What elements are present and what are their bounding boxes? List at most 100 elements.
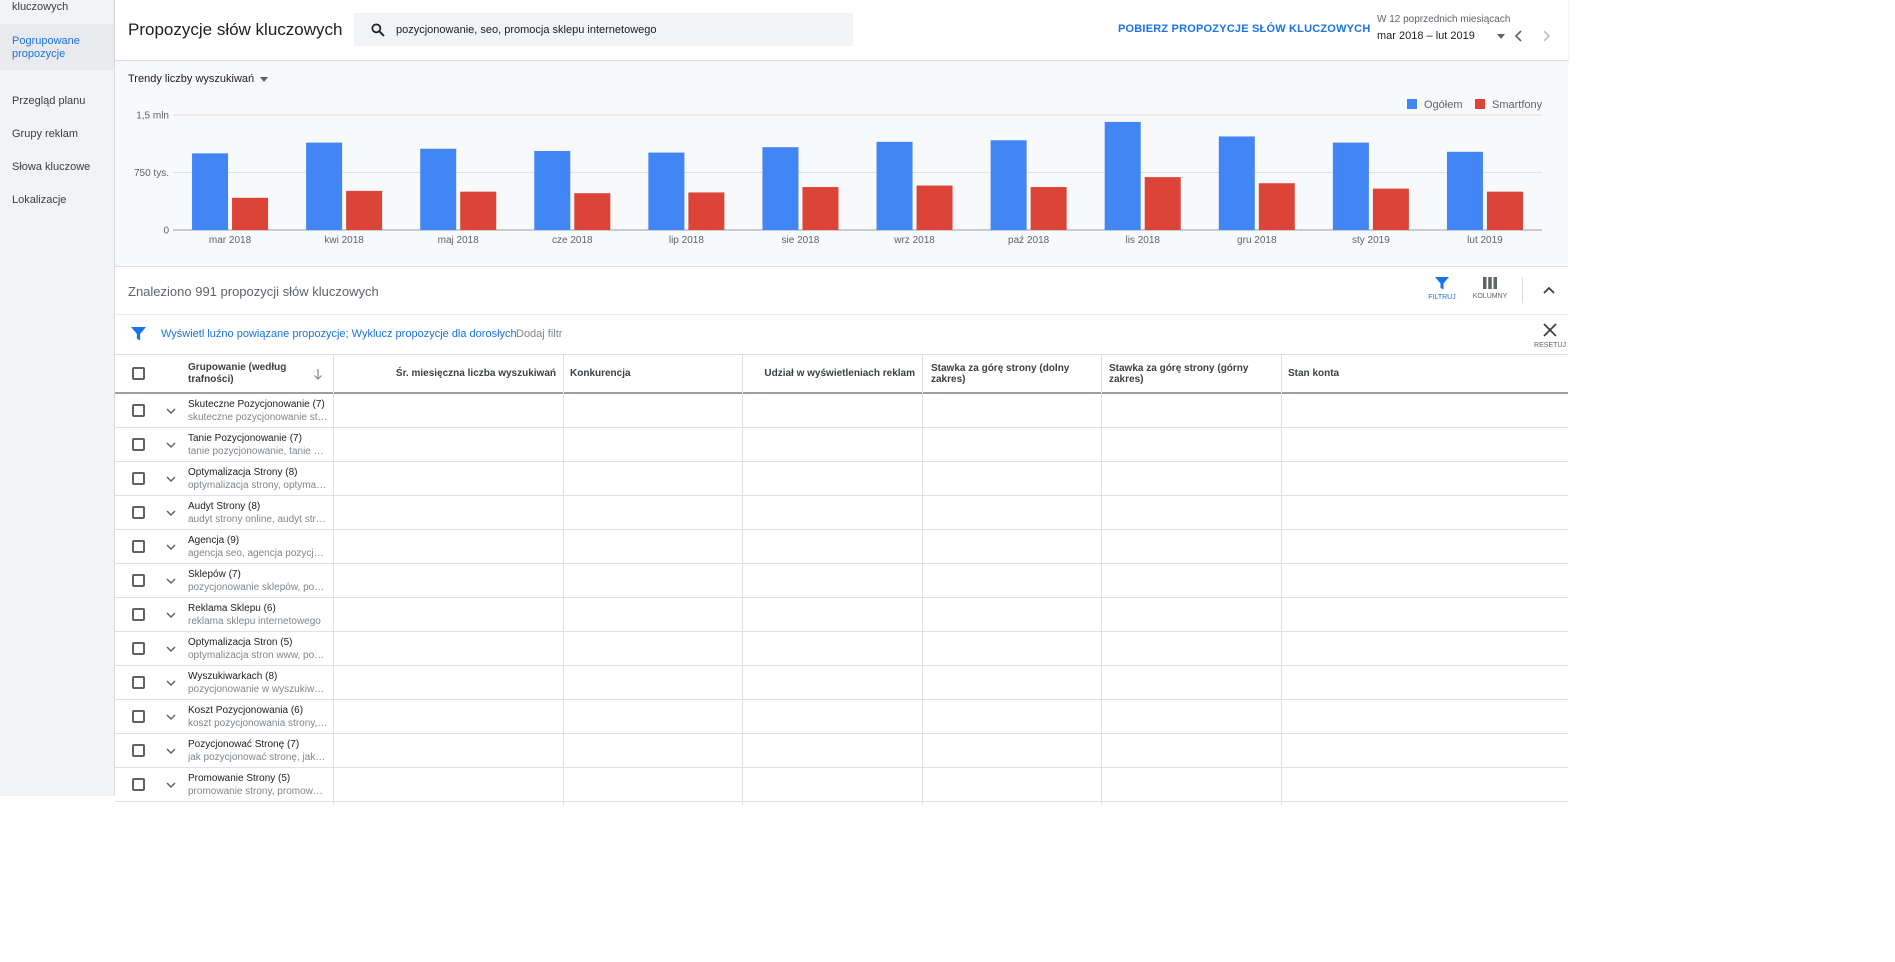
keyword-group-keywords: optymalizacja stron www, pozycjonowanie — [188, 650, 328, 661]
column-header-account-status[interactable]: Stan konta — [1288, 355, 1438, 392]
add-filter-button[interactable]: Dodaj filtr — [516, 328, 562, 340]
results-bar: Znaleziono 991 propozycji słów kluczowyc… — [115, 267, 1568, 315]
x-tick-label: paź 2018 — [1008, 235, 1050, 246]
keyword-planner-app: kluczowych Pogrupowane propozycje Przegl… — [0, 0, 1568, 805]
keyword-group-title[interactable]: Koszt Pozycjonowania (6) — [188, 705, 303, 716]
row-checkbox[interactable] — [132, 540, 145, 553]
chevron-down-icon[interactable] — [166, 578, 176, 585]
filter-button[interactable]: FILTRUJ — [1422, 277, 1462, 301]
dropdown-caret-icon — [1497, 34, 1505, 39]
bar-total — [420, 148, 457, 230]
chevron-left-icon[interactable] — [1512, 28, 1526, 44]
x-tick-label: sty 2019 — [1352, 235, 1390, 246]
search-input[interactable] — [396, 13, 846, 46]
sidebar-item-keyword-ideas[interactable]: kluczowych — [0, 1, 114, 17]
sidebar-item-label: Lokalizacje — [12, 194, 67, 206]
sidebar-item-plan-overview[interactable]: Przegląd planu — [0, 95, 114, 108]
row-checkbox[interactable] — [132, 438, 145, 451]
chevron-down-icon[interactable] — [166, 544, 176, 551]
collapse-chevron-icon[interactable] — [1542, 284, 1556, 296]
sidebar-item-ad-groups[interactable]: Grupy reklam — [0, 128, 114, 141]
chevron-down-icon[interactable] — [166, 476, 176, 483]
date-range-value: mar 2018 – lut 2019 — [1377, 30, 1475, 42]
bar-smartphones — [802, 187, 839, 230]
keyword-group-title[interactable]: Reklama Sklepu (6) — [188, 603, 276, 614]
toolbar-divider — [1522, 277, 1523, 303]
row-checkbox[interactable] — [132, 574, 145, 587]
close-icon — [1543, 323, 1557, 337]
column-separator — [333, 355, 334, 805]
active-filters-link[interactable]: Wyświetl luźno powiązane propozycje; Wyk… — [161, 328, 517, 340]
column-separator — [742, 355, 743, 805]
x-tick-label: wrz 2018 — [893, 235, 935, 246]
filter-icon — [1435, 277, 1449, 290]
row-checkbox[interactable] — [132, 710, 145, 723]
column-header-label: Udział w wyświetleniach reklam — [764, 368, 915, 379]
keyword-group-title[interactable]: Optymalizacja Stron (5) — [188, 637, 292, 648]
bar-total — [1446, 151, 1483, 230]
row-checkbox[interactable] — [132, 744, 145, 757]
row-checkbox[interactable] — [132, 676, 145, 689]
download-keyword-ideas-button[interactable]: POBIERZ PROPOZYCJE SŁÓW KLUCZOWYCH — [1118, 23, 1370, 35]
chevron-down-icon[interactable] — [166, 442, 176, 449]
sidebar-item-keywords[interactable]: Słowa kluczowe — [0, 161, 114, 174]
keyword-group-title[interactable]: Wyszukiwarkach (8) — [188, 671, 277, 682]
bar-total — [762, 147, 799, 230]
sidebar-item-grouped-ideas[interactable]: Pogrupowane propozycje — [0, 24, 114, 70]
row-checkbox[interactable] — [132, 404, 145, 417]
column-header-grouping[interactable]: Grupowanie (według trafności) — [188, 355, 323, 392]
columns-button[interactable]: KOLUMNY — [1470, 277, 1510, 300]
bar-total — [1104, 121, 1141, 230]
column-header-bid-low[interactable]: Stawka za górę strony (dolny zakres) — [931, 355, 1103, 392]
column-header-bid-high[interactable]: Stawka za górę strony (górny zakres) — [1109, 355, 1281, 392]
chevron-down-icon[interactable] — [166, 510, 176, 517]
keyword-group-title[interactable]: Audyt Strony (8) — [188, 501, 260, 512]
chevron-down-icon[interactable] — [166, 646, 176, 653]
select-all-checkbox[interactable] — [132, 367, 145, 380]
chevron-down-icon[interactable] — [166, 408, 176, 415]
bar-total — [876, 141, 913, 230]
sort-arrow-down-icon[interactable] — [313, 368, 323, 380]
chevron-down-icon[interactable] — [166, 748, 176, 755]
column-header-label: Śr. miesięczna liczba wyszukiwań — [395, 368, 556, 379]
chevron-right-icon[interactable] — [1539, 28, 1553, 44]
chevron-down-icon[interactable] — [166, 782, 176, 789]
row-checkbox[interactable] — [132, 778, 145, 791]
search-box[interactable] — [354, 13, 853, 46]
sidebar-item-label: Grupy reklam — [12, 128, 79, 140]
row-checkbox[interactable] — [132, 472, 145, 485]
bar-total — [990, 140, 1027, 230]
y-tick-label: 1,5 mln — [136, 111, 169, 122]
keyword-group-title[interactable]: Optymalizacja Strony (8) — [188, 467, 297, 478]
reset-filters-button[interactable]: RESETUJ — [1532, 323, 1568, 349]
keyword-group-keywords: reklama sklepu internetowego — [188, 616, 321, 627]
bar-smartphones — [460, 191, 497, 230]
bar-smartphones — [1030, 187, 1067, 230]
chevron-down-icon[interactable] — [166, 612, 176, 619]
keyword-group-keywords: skuteczne pozycjonowanie stron — [188, 412, 328, 423]
column-header-competition[interactable]: Konkurencja — [570, 355, 740, 392]
reset-label: RESETUJ — [1534, 342, 1566, 349]
x-tick-label: lip 2018 — [669, 235, 704, 246]
chevron-down-icon[interactable] — [166, 714, 176, 721]
keyword-group-keywords: pozycjonowanie sklepów, pozycjonowanie s… — [188, 582, 328, 593]
column-header-avg-monthly-searches[interactable]: Śr. miesięczna liczba wyszukiwań — [334, 355, 556, 392]
x-tick-label: gru 2018 — [1237, 235, 1277, 246]
row-checkbox[interactable] — [132, 642, 145, 655]
row-checkbox[interactable] — [132, 506, 145, 519]
y-tick-label: 750 tys. — [134, 168, 169, 179]
sidebar-item-label: Słowa kluczowe — [12, 161, 91, 173]
bar-total — [192, 153, 229, 230]
keyword-group-title[interactable]: Pozycjonować Stronę (7) — [188, 739, 299, 750]
keyword-group-title[interactable]: Tanie Pozycjonowanie (7) — [188, 433, 302, 444]
search-icon — [371, 23, 385, 37]
column-header-impression-share[interactable]: Udział w wyświetleniach reklam — [743, 355, 915, 392]
keyword-group-title[interactable]: Skuteczne Pozycjonowanie (7) — [188, 399, 325, 410]
sidebar-item-locations[interactable]: Lokalizacje — [0, 194, 114, 207]
keyword-group-title[interactable]: Promowanie Strony (5) — [188, 773, 290, 784]
keyword-group-title[interactable]: Agencja (9) — [188, 535, 239, 546]
keyword-group-title[interactable]: Sklepów (7) — [188, 569, 241, 580]
row-checkbox[interactable] — [132, 608, 145, 621]
chevron-down-icon[interactable] — [166, 680, 176, 687]
date-range-select[interactable]: mar 2018 – lut 2019 — [1377, 30, 1505, 44]
